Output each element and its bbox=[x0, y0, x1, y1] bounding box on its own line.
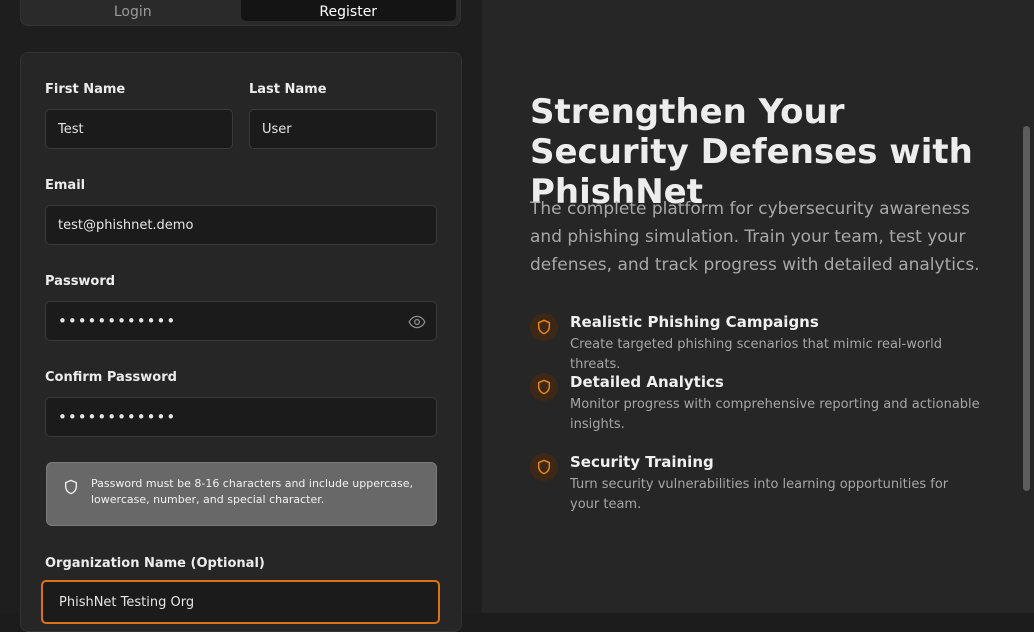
organization-input[interactable]: PhishNet Testing Org bbox=[41, 580, 440, 624]
organization-value: PhishNet Testing Org bbox=[59, 594, 195, 610]
first-name-value: Test bbox=[58, 121, 84, 137]
password-value: •••••••••••• bbox=[58, 312, 177, 330]
email-label: Email bbox=[45, 178, 86, 193]
password-hint-text: Password must be 8-16 characters and inc… bbox=[91, 477, 414, 506]
auth-panel: Login Register First Name Test Last Name… bbox=[0, 0, 482, 632]
confirm-password-value: •••••••••••• bbox=[58, 408, 177, 426]
register-form: First Name Test Last Name User Email tes… bbox=[20, 52, 462, 632]
tab-register[interactable]: Register bbox=[240, 0, 456, 21]
auth-tabs: Login Register bbox=[20, 0, 461, 26]
last-name-label: Last Name bbox=[249, 82, 327, 97]
password-input[interactable]: •••••••••••• bbox=[45, 301, 437, 341]
password-hint: Password must be 8-16 characters and inc… bbox=[46, 462, 437, 526]
eye-icon[interactable] bbox=[408, 313, 426, 331]
tab-login[interactable]: Login bbox=[25, 0, 241, 21]
feature-title: Realistic Phishing Campaigns bbox=[570, 313, 819, 331]
shield-icon bbox=[530, 453, 558, 481]
feature-description: Create targeted phishing scenarios that … bbox=[570, 337, 943, 372]
shield-icon bbox=[530, 313, 558, 341]
first-name-label: First Name bbox=[45, 82, 126, 97]
hero-intro: The complete platform for cybersecurity … bbox=[530, 199, 980, 275]
feature-title: Detailed Analytics bbox=[570, 373, 724, 391]
feature-description: Monitor progress with comprehensive repo… bbox=[570, 397, 980, 432]
last-name-value: User bbox=[262, 121, 292, 137]
password-label: Password bbox=[45, 274, 116, 289]
hero-headline: Strengthen Your Security Defenses with P… bbox=[530, 92, 973, 212]
organization-label: Organization Name (Optional) bbox=[45, 556, 265, 571]
confirm-password-label: Confirm Password bbox=[45, 370, 177, 385]
feature-description: Turn security vulnerabilities into learn… bbox=[570, 477, 949, 512]
email-input[interactable]: test@phishnet.demo bbox=[45, 205, 437, 245]
last-name-input[interactable]: User bbox=[249, 109, 437, 149]
email-value: test@phishnet.demo bbox=[58, 217, 194, 233]
scrollbar[interactable] bbox=[1023, 126, 1030, 491]
hero-panel: Strengthen Your Security Defenses with P… bbox=[482, 0, 1034, 613]
confirm-password-input[interactable]: •••••••••••• bbox=[45, 397, 437, 437]
feature-title: Security Training bbox=[570, 453, 714, 471]
shield-icon bbox=[530, 373, 558, 401]
shield-icon bbox=[65, 479, 77, 495]
first-name-input[interactable]: Test bbox=[45, 109, 233, 149]
